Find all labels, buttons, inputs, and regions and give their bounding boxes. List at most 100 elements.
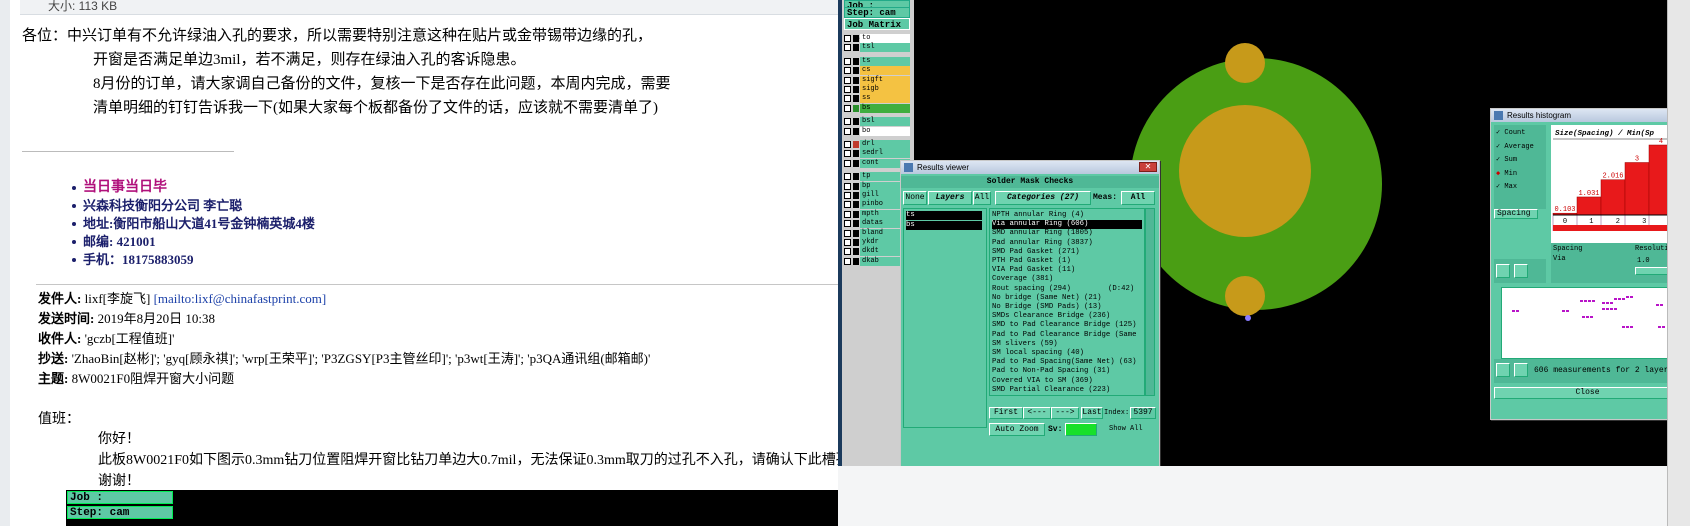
from-mailto-link[interactable]: [mailto:lixf@chinafastprint.com] bbox=[154, 291, 327, 306]
aggregate-option-average[interactable]: ✓ Average bbox=[1496, 142, 1534, 151]
reply-hello: 你好！ bbox=[98, 432, 140, 447]
layer-row-bsl[interactable]: bsl bbox=[844, 117, 912, 127]
layer-checkbox[interactable] bbox=[844, 182, 851, 190]
layer-color-swatch bbox=[853, 150, 859, 158]
layer-checkbox[interactable] bbox=[844, 44, 851, 52]
layer-checkbox[interactable] bbox=[844, 159, 851, 167]
prev-page-icon[interactable] bbox=[1496, 363, 1510, 377]
categories-scrollbar[interactable] bbox=[1145, 208, 1155, 396]
layer-checkbox[interactable] bbox=[844, 229, 851, 237]
layer-checkbox[interactable] bbox=[844, 248, 851, 256]
layer-item-ts[interactable]: ts bbox=[906, 211, 982, 221]
center-pad bbox=[1179, 105, 1311, 237]
job-matrix-button[interactable]: Job Matrix ... bbox=[844, 18, 910, 42]
layer-checkbox[interactable] bbox=[844, 76, 851, 84]
layer-checkbox[interactable] bbox=[844, 239, 851, 246]
category-item[interactable]: SMD annular Ring (1805) bbox=[992, 229, 1093, 238]
vertical-scrollbar[interactable] bbox=[1667, 0, 1690, 526]
category-item[interactable]: PTH Pad Gasket (1) bbox=[992, 257, 1071, 266]
auto-zoom-button[interactable]: Auto Zoom bbox=[989, 423, 1045, 436]
all-button[interactable]: All bbox=[973, 191, 991, 205]
category-item[interactable]: Pad annular Ring (3837) bbox=[992, 239, 1093, 248]
layer-checkbox[interactable] bbox=[844, 35, 851, 42]
layer-checkbox[interactable] bbox=[844, 173, 851, 181]
histogram-bar[interactable] bbox=[1576, 196, 1602, 216]
layer-checkbox[interactable] bbox=[844, 118, 851, 126]
next-page-icon[interactable] bbox=[1514, 363, 1528, 377]
layer-checkbox[interactable] bbox=[844, 220, 851, 228]
layer-checkbox[interactable] bbox=[844, 86, 851, 93]
category-item[interactable]: Covered VIA to SM (369) bbox=[992, 377, 1093, 386]
measurement-point bbox=[1626, 296, 1629, 298]
layer-checkbox[interactable] bbox=[844, 150, 851, 158]
next-button[interactable]: ---> bbox=[1051, 407, 1079, 419]
layer-row-bo[interactable]: bo bbox=[844, 126, 912, 136]
aggregate-option-min[interactable]: ◆ Min bbox=[1496, 169, 1517, 178]
histogram-bar[interactable] bbox=[1624, 162, 1650, 216]
layer-checkbox[interactable] bbox=[844, 95, 851, 103]
show-all-label[interactable]: Show All bbox=[1109, 425, 1143, 433]
layer-color-swatch bbox=[853, 173, 859, 181]
layer-row-to[interactable]: to bbox=[844, 34, 912, 43]
prev-button[interactable]: <--- bbox=[1023, 407, 1051, 419]
layer-row-ss[interactable]: ss bbox=[844, 94, 912, 104]
index-field[interactable]: 5397 bbox=[1130, 407, 1156, 419]
zoom-icon[interactable] bbox=[1496, 264, 1510, 278]
category-item[interactable]: Pad to Pad Clearance Bridge (Same bbox=[992, 331, 1137, 340]
layer-row-sigft[interactable]: sigft bbox=[844, 75, 912, 85]
category-item[interactable]: NPTH annular Ring (4) bbox=[992, 211, 1084, 220]
category-item[interactable]: SM local spacing (40) bbox=[992, 349, 1084, 358]
layer-row-tsl[interactable]: tsl bbox=[844, 43, 912, 53]
layers-button[interactable]: Layers bbox=[928, 191, 972, 205]
histogram-chart: Size(Spacing) / Min(Sp 0.103 1.031 2.016 3 4 0… bbox=[1551, 125, 1681, 243]
category-item[interactable]: Rout spacing (294) bbox=[992, 285, 1071, 294]
category-item[interactable]: VIA Pad Gasket (11) bbox=[992, 266, 1075, 275]
histogram-bar[interactable] bbox=[1600, 179, 1626, 216]
layer-row-cs[interactable]: cs bbox=[844, 66, 912, 76]
spacing-tag[interactable]: Spacing bbox=[1494, 209, 1538, 219]
aggregate-option-sum[interactable]: ✓ Sum bbox=[1496, 155, 1517, 164]
category-item[interactable]: SMD Pad Gasket (271) bbox=[992, 248, 1080, 257]
layer-checkbox[interactable] bbox=[844, 127, 851, 135]
measurement-point bbox=[1660, 304, 1663, 306]
category-item[interactable]: SMDs Clearance Bridge (236) bbox=[992, 312, 1110, 321]
aggregate-option-max[interactable]: ✓ Max bbox=[1496, 182, 1517, 191]
histogram-titlebar[interactable]: Results histogram bbox=[1491, 109, 1681, 122]
sv-toggle[interactable] bbox=[1065, 423, 1097, 436]
layer-checkbox[interactable] bbox=[844, 57, 851, 65]
layer-item-bs[interactable]: bs bbox=[906, 221, 982, 231]
results-viewer-titlebar[interactable]: Results viewer bbox=[901, 161, 1159, 174]
layer-row-sedrl[interactable]: sedrl bbox=[844, 149, 912, 159]
category-item[interactable]: SM slivers (59) bbox=[992, 340, 1058, 349]
layer-checkbox[interactable] bbox=[844, 192, 851, 199]
close-button[interactable]: Close bbox=[1494, 387, 1681, 399]
layer-checkbox[interactable] bbox=[844, 210, 851, 218]
layer-checkbox[interactable] bbox=[844, 201, 851, 209]
aggregate-option-count[interactable]: ✓ Count bbox=[1496, 128, 1525, 137]
category-item[interactable]: SMD to Pad Clearance Bridge (125) bbox=[992, 321, 1137, 330]
layer-checkbox[interactable] bbox=[844, 104, 851, 112]
category-item[interactable]: SMD Partial Clearance (223) bbox=[992, 386, 1110, 395]
layer-row-sigb[interactable]: sigb bbox=[844, 85, 912, 94]
last-button[interactable]: Last bbox=[1081, 407, 1103, 419]
category-item[interactable]: Pad to Pad Spacing(Same Net) (63) bbox=[992, 358, 1137, 367]
layer-checkbox[interactable] bbox=[844, 141, 851, 148]
meas-select[interactable]: All bbox=[1121, 191, 1155, 205]
category-item[interactable]: Via annular Ring (606) bbox=[992, 220, 1142, 230]
categories-listbox[interactable]: NPTH annular Ring (4) Via annular Ring (6… bbox=[989, 208, 1145, 396]
layer-row-drl[interactable]: drl bbox=[844, 140, 912, 149]
layer-checkbox[interactable] bbox=[844, 67, 851, 75]
categories-button[interactable]: Categories (27) bbox=[995, 191, 1091, 205]
first-button[interactable]: First bbox=[989, 407, 1023, 419]
layer-listbox[interactable]: ts bs bbox=[903, 208, 987, 428]
category-item[interactable]: No Bridge (SMD Pads) (13) bbox=[992, 303, 1101, 312]
layer-checkbox[interactable] bbox=[844, 257, 851, 265]
filter-icon[interactable] bbox=[1514, 264, 1528, 278]
category-item[interactable]: Coverage (381) bbox=[992, 275, 1053, 284]
category-item[interactable]: No bridge (Same Net) (21) bbox=[992, 294, 1101, 303]
category-item[interactable]: Pad to Non-Pad Spacing (31) bbox=[992, 367, 1110, 376]
none-button[interactable]: None bbox=[903, 191, 927, 205]
layer-row-ts[interactable]: ts bbox=[844, 56, 912, 66]
layer-row-bs[interactable]: bs bbox=[844, 103, 912, 113]
close-icon[interactable]: ✕ bbox=[1139, 162, 1157, 172]
